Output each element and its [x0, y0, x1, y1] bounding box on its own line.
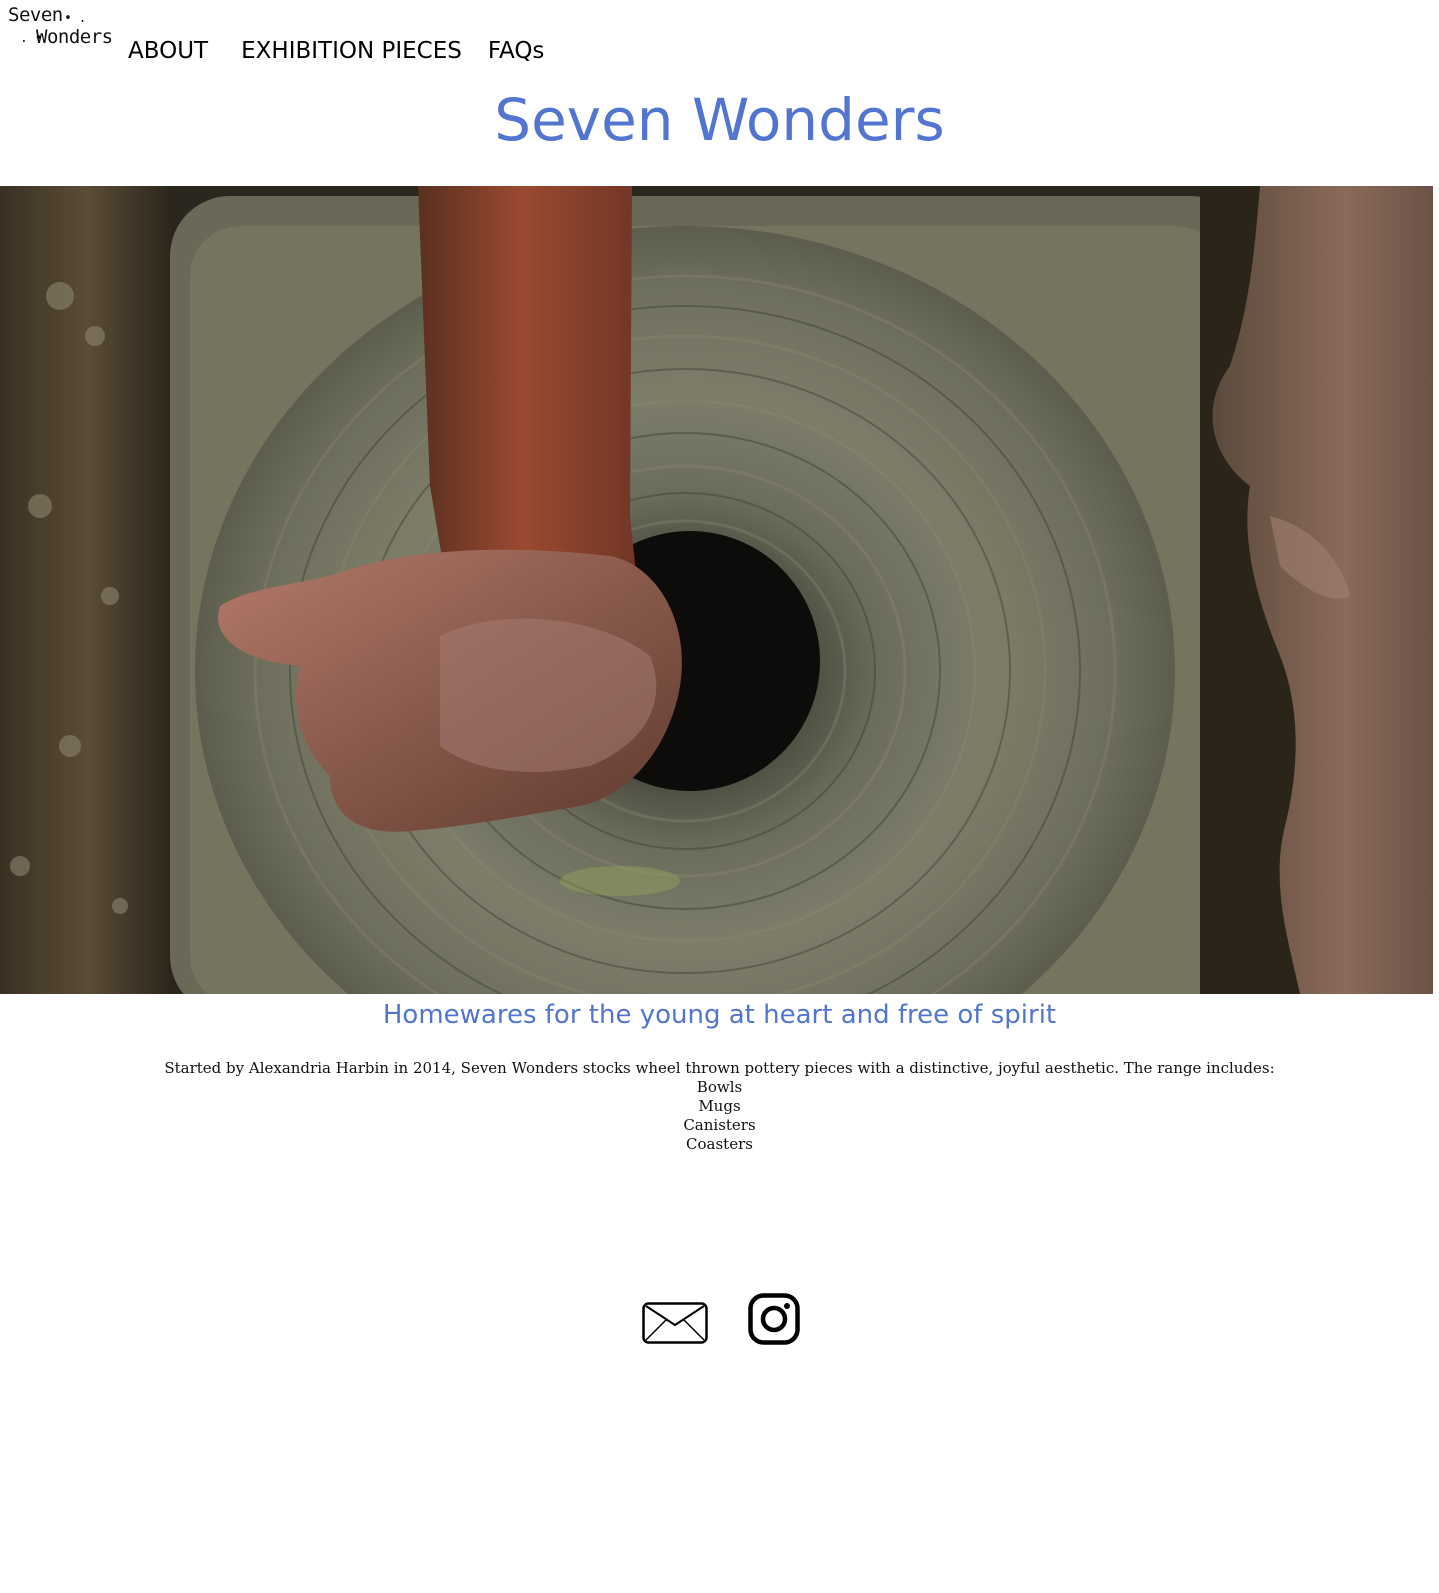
- product-range-list: Bowls Mugs Canisters Coasters: [0, 1078, 1439, 1154]
- instagram-icon: [748, 1293, 800, 1345]
- social-links: [640, 1290, 800, 1346]
- envelope-icon: [642, 1302, 708, 1344]
- hero-image: [0, 186, 1433, 994]
- list-item: Mugs: [698, 1097, 741, 1115]
- pottery-wheel-image: [0, 186, 1433, 994]
- tagline: Homewares for the young at heart and fre…: [382, 1000, 1057, 1030]
- logo-text-wonders: Wonders: [36, 26, 113, 48]
- intro-paragraph: Started by Alexandria Harbin in 2014, Se…: [164, 1059, 1275, 1077]
- list-item: Bowls: [696, 1078, 743, 1096]
- nav-link-about[interactable]: ABOUT: [128, 38, 208, 64]
- site-logo[interactable]: Seven • . . • Wonders: [8, 4, 113, 52]
- list-item: Canisters: [683, 1116, 756, 1134]
- logo-text-seven: Seven: [8, 4, 63, 26]
- nav-link-exhibition-pieces[interactable]: EXHIBITION PIECES: [241, 38, 462, 64]
- main-nav: ABOUT EXHIBITION PIECES FAQs: [128, 34, 544, 68]
- email-link[interactable]: [642, 1302, 708, 1344]
- page-title: Seven Wonders: [494, 86, 945, 154]
- list-item: Coasters: [686, 1135, 753, 1153]
- nav-link-faqs[interactable]: FAQs: [488, 38, 545, 64]
- instagram-link[interactable]: [748, 1293, 800, 1345]
